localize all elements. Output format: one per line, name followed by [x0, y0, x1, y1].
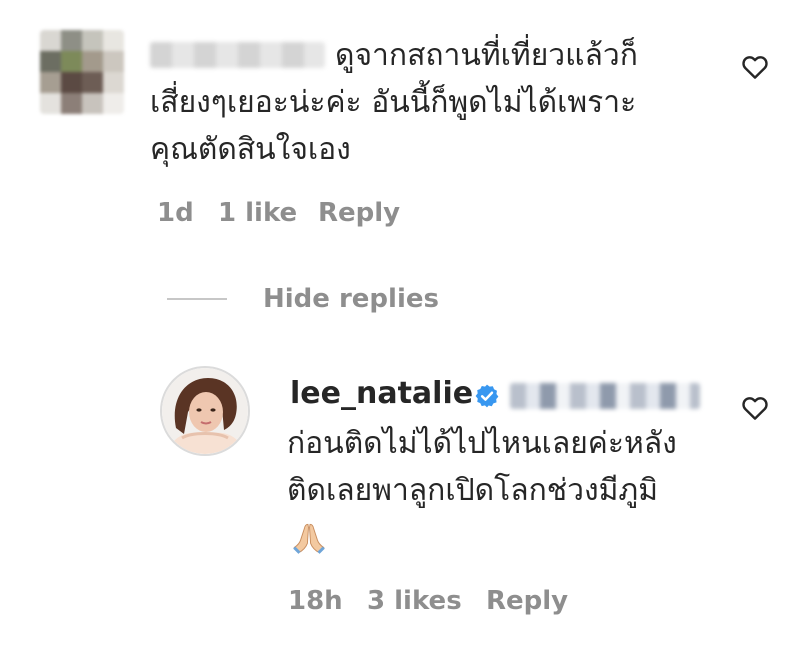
heart-outline-icon[interactable] [740, 52, 770, 82]
comment-text-line-1: ดูจากสถานที่เที่ยวแล้วก็ [335, 38, 638, 73]
reply-timestamp: 18h [288, 586, 343, 616]
comment-text-line-3: คุณตัดสินใจเอง [150, 132, 351, 167]
reply-avatar[interactable] [160, 366, 250, 456]
comment-reply-button[interactable]: Reply [318, 198, 400, 228]
comment-timestamp: 1d [157, 198, 194, 228]
mention-username-blurred[interactable] [510, 383, 700, 409]
commenter-username-blurred[interactable] [150, 42, 325, 68]
reply-username[interactable]: lee_natalie [290, 376, 473, 411]
hide-replies-button[interactable]: Hide replies [263, 284, 439, 314]
heart-outline-icon[interactable] [740, 393, 770, 423]
reply-reply-button[interactable]: Reply [486, 586, 568, 616]
comment-text-line-2: เสี่ยงๆเยอะน่ะค่ะ อันนี้ก็พูดไม่ได้เพราะ [150, 85, 637, 120]
replies-divider [167, 298, 227, 300]
verified-badge-icon [474, 383, 500, 409]
comment-likes[interactable]: 1 like [218, 198, 297, 228]
folded-hands-emoji-icon [290, 518, 328, 556]
reply-text-line-1: ก่อนติดไม่ได้ไปไหนเลยค่ะหลัง [287, 426, 677, 461]
reply-text-line-2: ติดเลยพาลูกเปิดโลกช่วงมีภูมิ [287, 473, 658, 508]
reply-likes[interactable]: 3 likes [367, 586, 462, 616]
commenter-avatar[interactable] [40, 30, 124, 114]
